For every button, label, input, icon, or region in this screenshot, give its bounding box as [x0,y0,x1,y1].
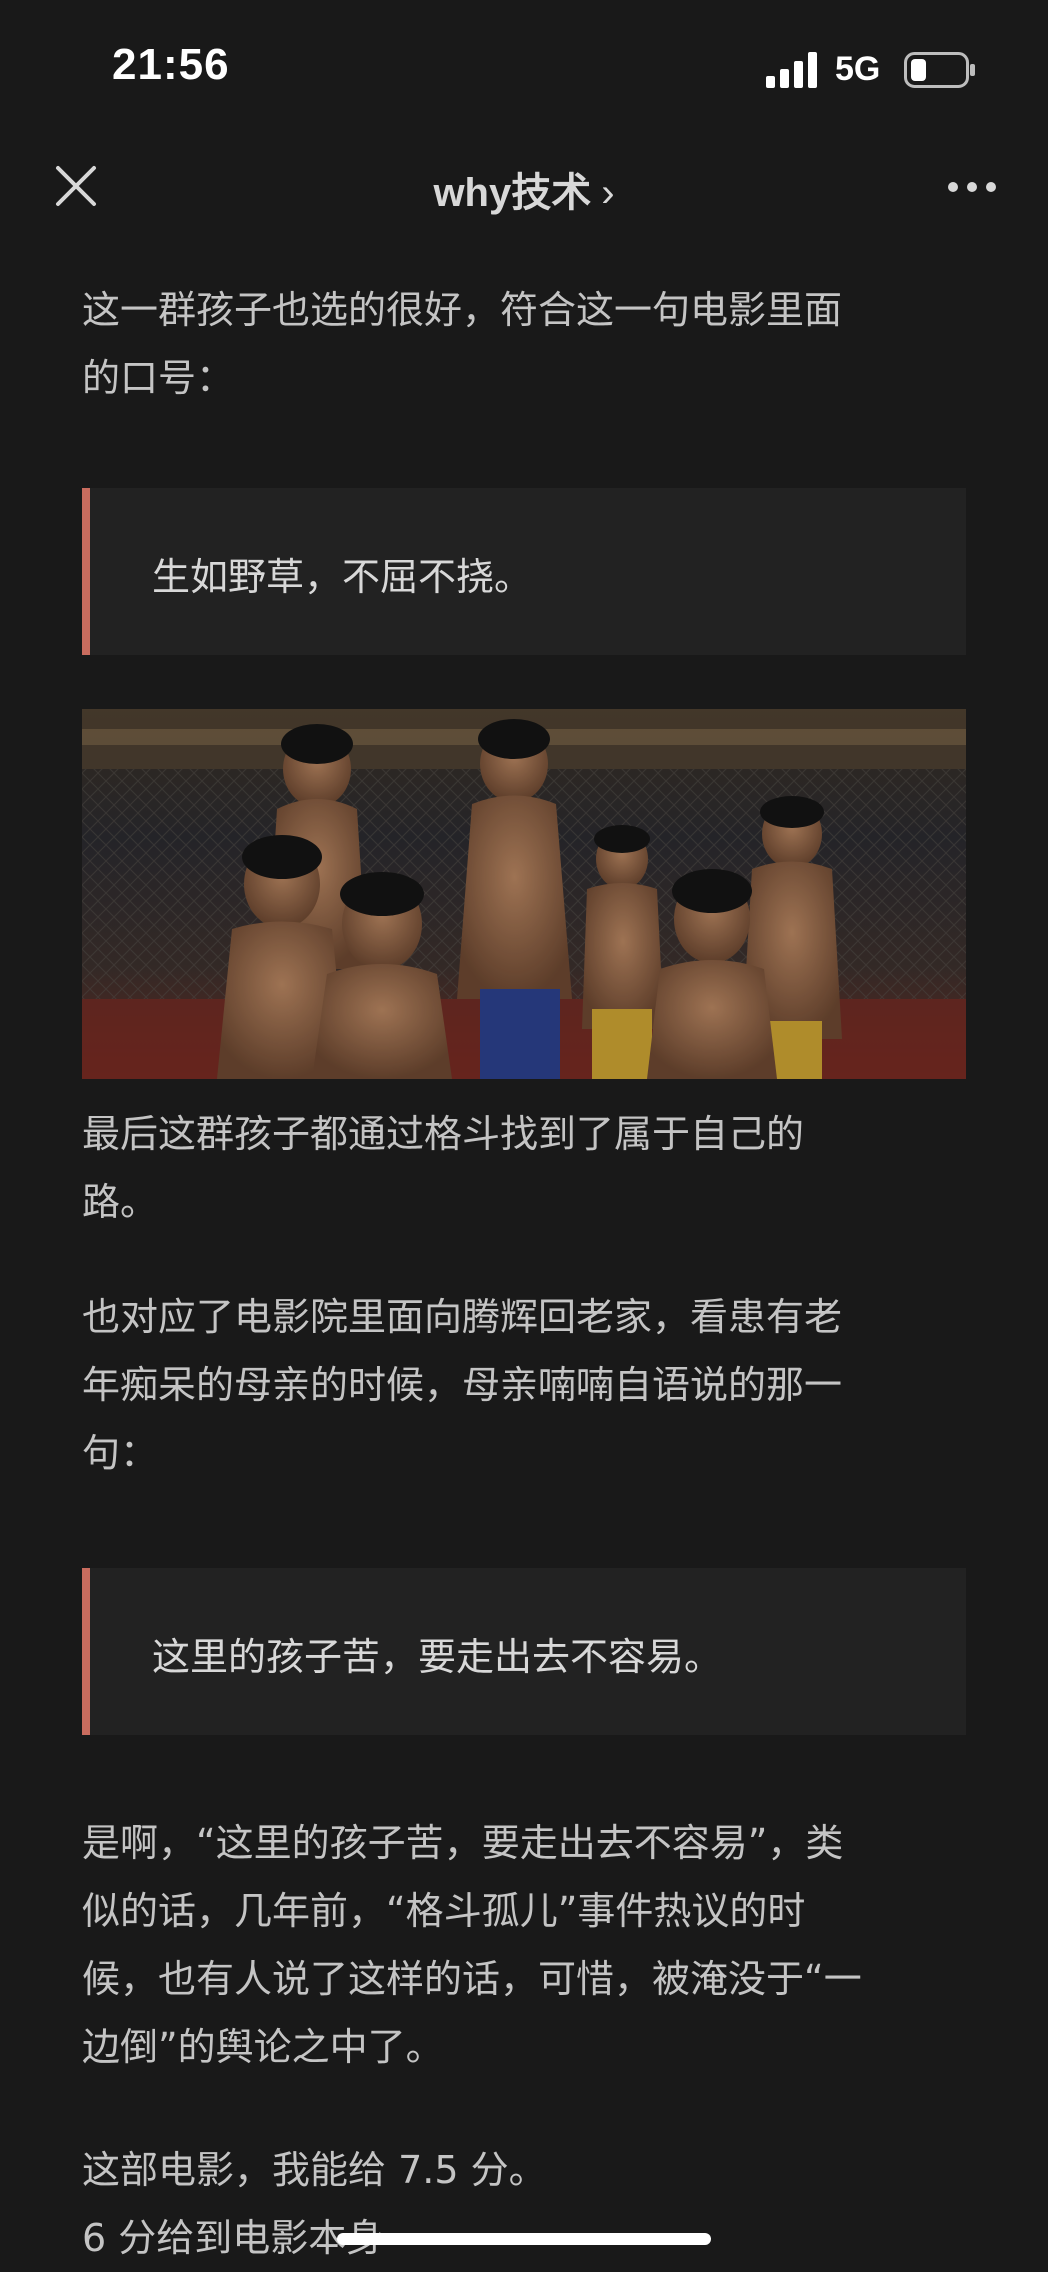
paragraph-line: 的口号： [82,356,235,400]
paragraph-line: 也对应了电影院里面向腾辉回老家，看患有老 [82,1295,843,1339]
paragraph-line: 句： [82,1431,159,1475]
paragraph-line: 候，也有人说了这样的话，可惜，被淹没于“一 [82,1957,862,2001]
more-icon[interactable] [946,180,998,194]
battery-low-icon [904,52,975,88]
paragraph-line: 年痴呆的母亲的时候，母亲喃喃自语说的那一 [82,1363,843,1407]
status-bar: 21:56 5G [0,0,1048,140]
quote-text: 生如野草，不屈不挠。 [152,555,533,599]
paragraph-line: 这一群孩子也选的很好，符合这一句电影里面 [82,288,843,332]
home-indicator[interactable] [337,2233,711,2245]
nav-bar: why技术 › [0,140,1048,245]
status-time: 21:56 [112,40,230,89]
paragraph-line: 边倒”的舆论之中了。 [82,2025,444,2069]
paragraph-line: 是啊，“这里的孩子苦，要走出去不容易”，类 [82,1821,844,1865]
account-name: why技术 [433,171,592,215]
blockquote-1: 生如野草，不屈不挠。 [82,488,966,655]
paragraph-line: 这部电影，我能给 7.5 分。 [82,2148,547,2192]
quote-text: 这里的孩子苦，要走出去不容易。 [152,1635,723,1679]
chevron-right-icon: › [601,171,615,215]
article-paragraph-2: 最后这群孩子都通过格斗找到了属于自己的 路。 [82,1100,966,1236]
account-title-link[interactable]: why技术 › [0,160,1048,218]
blockquote-2: 这里的孩子苦，要走出去不容易。 [82,1568,966,1735]
signal-bars-icon [766,52,817,88]
network-type: 5G [835,50,881,88]
article-paragraph-1: 这一群孩子也选的很好，符合这一句电影里面 的口号： [82,276,966,412]
article-paragraph-5: 这部电影，我能给 7.5 分。 6 分给到电影本身 [82,2136,966,2272]
article-image[interactable] [82,709,966,1079]
paragraph-line: 路。 [82,1180,159,1224]
paragraph-line: 最后这群孩子都通过格斗找到了属于自己的 [82,1112,805,1156]
article-paragraph-3: 也对应了电影院里面向腾辉回老家，看患有老 年痴呆的母亲的时候，母亲喃喃自语说的那… [82,1283,966,1487]
boys-photo [82,709,966,1079]
paragraph-line: 似的话，几年前，“格斗孤儿”事件热议的时 [82,1889,806,1933]
article-paragraph-4: 是啊，“这里的孩子苦，要走出去不容易”，类 似的话，几年前，“格斗孤儿”事件热议… [82,1809,966,2081]
